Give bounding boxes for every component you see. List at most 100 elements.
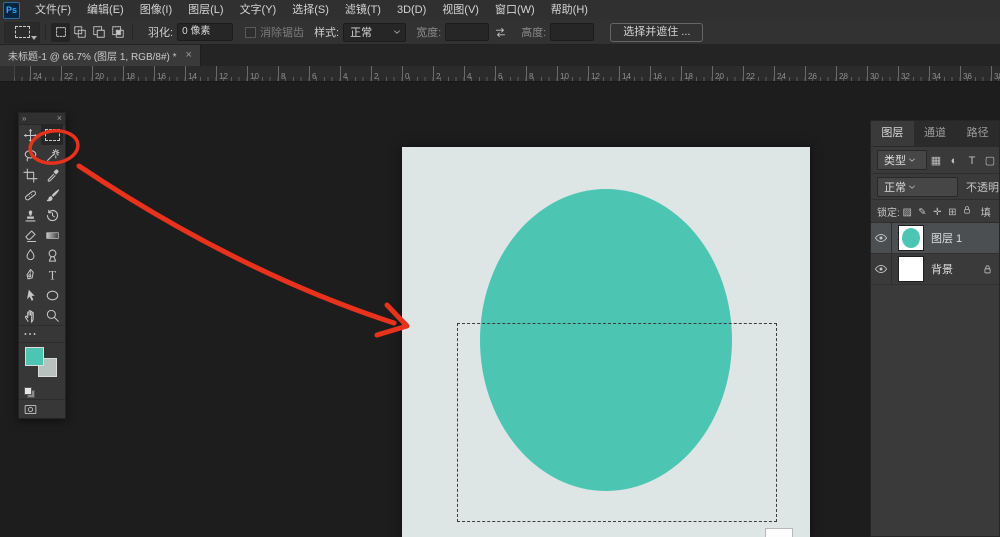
ruler-tick: 10 <box>557 66 569 81</box>
brush-tool[interactable] <box>41 185 63 205</box>
ellipse-tool[interactable] <box>41 285 63 305</box>
menu-item-2[interactable]: 图像(I) <box>132 0 180 20</box>
ruler-tick: 16 <box>154 66 166 81</box>
tab-paths[interactable]: 路径 <box>956 121 999 146</box>
layer-thumbnail[interactable] <box>898 256 924 282</box>
hand-icon <box>23 308 38 323</box>
clone-stamp-tool[interactable] <box>19 205 41 225</box>
quick-selection-tool[interactable] <box>41 145 63 165</box>
lock-position-icon[interactable]: ✛ <box>930 207 945 218</box>
menu-item-5[interactable]: 选择(S) <box>284 0 337 20</box>
layer-visibility-toggle[interactable] <box>871 254 892 284</box>
history-brush-icon <box>45 208 60 223</box>
layer-lock-icon <box>982 264 993 275</box>
style-select[interactable]: 正常 <box>343 23 406 42</box>
blend-mode-select[interactable]: 正常 <box>877 177 958 197</box>
crop-tool[interactable] <box>19 165 41 185</box>
layer-name: 图层 1 <box>931 230 962 246</box>
feather-input[interactable]: 0 像素 <box>177 23 233 41</box>
default-colors-icon[interactable] <box>24 387 35 398</box>
menu-item-1[interactable]: 编辑(E) <box>79 0 132 20</box>
subtract-from-selection-button[interactable] <box>89 23 108 42</box>
opacity-label: 不透明 <box>966 179 999 195</box>
blend-mode-row: 正常 不透明 <box>871 174 999 200</box>
menu-item-4[interactable]: 文字(Y) <box>232 0 285 20</box>
foreground-color-swatch[interactable] <box>25 347 44 366</box>
lock-artboard-icon[interactable]: ⊞ <box>945 207 960 218</box>
ruler-tick: 2 <box>371 66 378 81</box>
swap-width-height-button[interactable] <box>491 23 509 41</box>
add-to-selection-button[interactable] <box>70 23 89 42</box>
ruler-tick: 0 <box>402 66 409 81</box>
dodge-tool[interactable] <box>41 245 63 265</box>
menu-item-10[interactable]: 帮助(H) <box>543 0 596 20</box>
layer-thumbnail[interactable] <box>898 225 924 251</box>
pen-tool[interactable] <box>19 265 41 285</box>
more-tools-button[interactable] <box>19 325 65 342</box>
menu-item-0[interactable]: 文件(F) <box>27 0 79 20</box>
filter-shape-icon[interactable]: ▢ <box>981 154 999 167</box>
menu-item-9[interactable]: 窗口(W) <box>487 0 543 20</box>
gradient-tool[interactable] <box>41 225 63 245</box>
height-input[interactable] <box>550 23 594 41</box>
ellipse-icon <box>45 288 60 303</box>
type-tool[interactable]: T <box>41 265 63 285</box>
lock-all-icon[interactable] <box>960 205 975 215</box>
layer-visibility-toggle[interactable] <box>871 223 892 253</box>
subtract-from-selection-button-icon <box>92 25 106 39</box>
type-icon: T <box>45 268 60 283</box>
hand-tool[interactable] <box>19 305 41 325</box>
tab-layers[interactable]: 图层 <box>871 121 914 146</box>
canvas[interactable] <box>402 147 810 537</box>
width-input[interactable] <box>445 23 489 41</box>
svg-text:T: T <box>48 268 56 282</box>
eraser-icon <box>23 228 38 243</box>
close-document-icon[interactable]: × <box>186 49 192 61</box>
tool-preset-picker[interactable] <box>4 22 40 43</box>
default-colors-row <box>19 385 65 399</box>
select-and-mask-button[interactable]: 选择并遮住 ... <box>610 23 703 42</box>
ruler-tick: 32 <box>898 66 910 81</box>
quick-mask-button[interactable] <box>23 403 38 416</box>
filter-kind-select[interactable]: 类型 <box>877 150 927 170</box>
intersect-selection-button[interactable] <box>108 23 127 42</box>
menu-item-8[interactable]: 视图(V) <box>434 0 487 20</box>
filter-image-icon[interactable]: ▦ <box>927 154 945 167</box>
filter-adjustment-icon[interactable]: ◐ <box>945 155 963 167</box>
document-tab[interactable]: 未标题-1 @ 66.7% (图层 1, RGB/8#) * × <box>0 44 201 66</box>
rectangular-marquee-icon <box>45 129 60 141</box>
lock-pixels-icon[interactable]: ✎ <box>915 207 930 218</box>
brush-icon <box>45 188 60 203</box>
blur-tool[interactable] <box>19 245 41 265</box>
menu-item-7[interactable]: 3D(D) <box>389 0 434 20</box>
dodge-icon <box>45 248 60 263</box>
rectangular-marquee-tool[interactable] <box>41 125 63 145</box>
menu-item-6[interactable]: 滤镜(T) <box>337 0 389 20</box>
spot-healing-brush-tool[interactable] <box>19 185 41 205</box>
layer-row-0[interactable]: 图层 1 <box>871 223 999 254</box>
collapse-panel-icon[interactable]: » <box>22 114 26 123</box>
zoom-tool[interactable] <box>41 305 63 325</box>
move-tool[interactable] <box>19 125 41 145</box>
filter-type-icon[interactable]: T <box>963 155 981 167</box>
menu-item-3[interactable]: 图层(L) <box>180 0 231 20</box>
layer-row-1[interactable]: 背景 <box>871 254 999 285</box>
fill-label: 填 <box>981 204 991 219</box>
gradient-icon <box>45 228 60 243</box>
feather-label: 羽化: <box>148 24 173 40</box>
new-selection-button[interactable] <box>51 23 70 42</box>
close-panel-icon[interactable]: × <box>57 114 62 123</box>
eyedropper-tool[interactable] <box>41 165 63 185</box>
rectangular-marquee-icon <box>15 26 30 38</box>
tab-channels[interactable]: 通道 <box>914 121 957 146</box>
selection-marquee <box>457 323 777 522</box>
eyedropper-icon <box>45 168 60 183</box>
lock-icon <box>982 264 993 275</box>
path-selection-tool[interactable] <box>19 285 41 305</box>
height-label: 高度: <box>521 24 546 40</box>
lock-transparency-icon[interactable]: ▨ <box>900 207 915 218</box>
eraser-tool[interactable] <box>19 225 41 245</box>
history-brush-tool[interactable] <box>41 205 63 225</box>
quick-selection-icon <box>45 148 60 163</box>
lasso-tool[interactable] <box>19 145 41 165</box>
